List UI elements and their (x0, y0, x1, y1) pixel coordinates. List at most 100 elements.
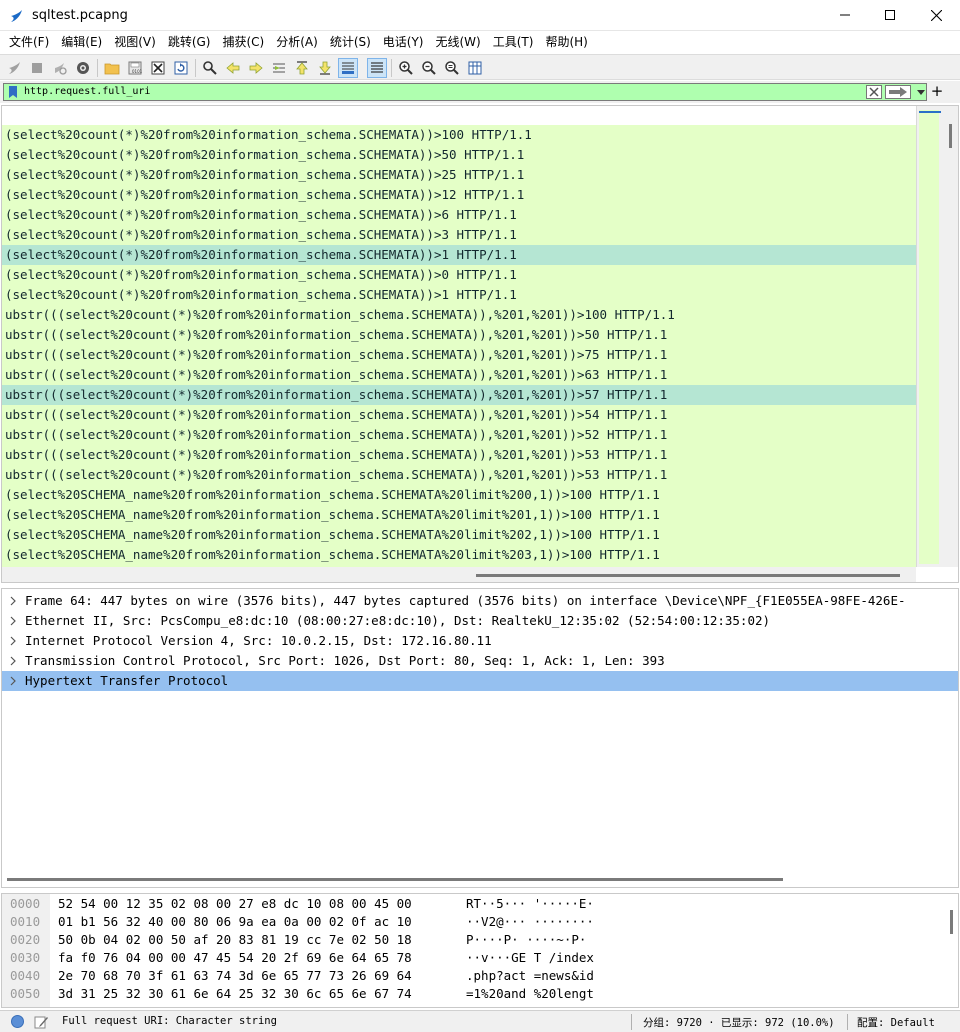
status-profile[interactable]: 配置: Default (857, 1015, 935, 1030)
menu-capture[interactable]: 捕获(C) (216, 31, 270, 53)
hscroll-thumb[interactable] (7, 878, 783, 881)
chevron-down-icon[interactable] (914, 85, 928, 99)
maximize-icon (885, 10, 895, 20)
chevron-right-icon[interactable] (9, 591, 19, 611)
menu-view[interactable]: 视图(V) (108, 31, 162, 53)
bytes-hex[interactable]: 2e 70 68 70 3f 61 63 74 3d 6e 65 77 73 2… (58, 967, 412, 985)
packet-minimap[interactable] (919, 110, 939, 564)
zoom-normal-button[interactable] (442, 58, 462, 78)
expert-info-icon[interactable] (11, 1015, 24, 1028)
bytes-ascii[interactable]: ··v···GE T /index (466, 949, 594, 967)
packet-row[interactable]: ubstr(((select%20count(*)%20from%20infor… (2, 465, 916, 485)
scroll-thumb[interactable] (949, 124, 952, 148)
packet-row[interactable]: (select%20count(*)%20from%20information_… (2, 285, 916, 305)
open-file-button[interactable] (102, 58, 122, 78)
packet-row[interactable]: (select%20SCHEMA_name%20from%20informati… (2, 525, 916, 545)
go-back-button[interactable] (223, 58, 243, 78)
go-last-packet-button[interactable] (315, 58, 335, 78)
display-filter-input[interactable]: http.request.full_uri (3, 83, 927, 101)
apply-filter-arrow-icon[interactable] (885, 85, 911, 99)
packet-row[interactable]: ubstr(((select%20count(*)%20from%20infor… (2, 445, 916, 465)
packet-row[interactable]: (select%20count(*)%20from%20information_… (2, 165, 916, 185)
packet-row[interactable]: (select%20count(*)%20from%20information_… (2, 125, 916, 145)
packet-row[interactable]: (select%20SCHEMA_name%20from%20informati… (2, 545, 916, 565)
packet-row[interactable]: ubstr(((select%20count(*)%20from%20infor… (2, 425, 916, 445)
bytes-ascii[interactable]: RT··5··· '·····E· (466, 895, 594, 913)
menu-edit[interactable]: 编辑(E) (55, 31, 108, 53)
resize-columns-button[interactable] (465, 58, 485, 78)
menu-telephony[interactable]: 电话(Y) (377, 31, 430, 53)
packet-row[interactable]: (select%20count(*)%20from%20information_… (2, 265, 916, 285)
packet-row[interactable]: (select%20SCHEMA_name%20from%20informati… (2, 485, 916, 505)
chevron-right-icon[interactable] (9, 671, 19, 691)
menu-file[interactable]: 文件(F) (3, 31, 55, 53)
zoom-out-button[interactable] (419, 58, 439, 78)
packet-row[interactable]: (select%20count(*)%20from%20information_… (2, 245, 916, 265)
close-file-button[interactable] (148, 58, 168, 78)
bytes-hex[interactable]: 50 0b 04 02 00 50 af 20 83 81 19 cc 7e 0… (58, 931, 412, 949)
packet-row[interactable]: (select%20count(*)%20from%20information_… (2, 185, 916, 205)
close-button[interactable] (913, 0, 959, 30)
packet-row[interactable]: ubstr(((select%20count(*)%20from%20infor… (2, 345, 916, 365)
capture-options-button[interactable] (73, 58, 93, 78)
packet-row[interactable]: (select%20count(*)%20from%20information_… (2, 225, 916, 245)
details-hscrollbar[interactable] (2, 873, 958, 887)
status-field-info: Full request URI: Character string (62, 1015, 277, 1027)
edit-comment-icon[interactable] (33, 1014, 49, 1030)
detail-tree-item[interactable]: Internet Protocol Version 4, Src: 10.0.2… (2, 631, 958, 651)
chevron-right-icon[interactable] (9, 651, 19, 671)
save-file-button[interactable]: 0101 (125, 58, 145, 78)
find-packet-button[interactable] (200, 58, 220, 78)
autoscroll-button[interactable] (338, 58, 358, 78)
bytes-ascii[interactable]: .php?act =news&id (466, 967, 594, 985)
packet-list-hscrollbar[interactable] (2, 567, 916, 582)
bytes-ascii[interactable]: P····P· ····~·P· (466, 931, 586, 949)
bytes-ascii[interactable]: ··V2@··· ········ (466, 913, 594, 931)
minimize-button[interactable] (822, 0, 868, 30)
restart-capture-icon (55, 63, 67, 75)
detail-tree-item[interactable]: Hypertext Transfer Protocol (2, 671, 958, 691)
packet-row[interactable]: (select%20SCHEMA_name%20from%20informati… (2, 505, 916, 525)
stop-capture-button[interactable] (27, 58, 47, 78)
clear-filter-icon[interactable] (866, 85, 882, 99)
zoom-in-button[interactable] (396, 58, 416, 78)
menu-statistics[interactable]: 统计(S) (324, 31, 377, 53)
bytes-hex[interactable]: 3d 31 25 32 30 61 6e 64 25 32 30 6c 65 6… (58, 985, 412, 1003)
chevron-right-icon[interactable] (9, 611, 19, 631)
bytes-hex[interactable]: 01 b1 56 32 40 00 80 06 9a ea 0a 00 02 0… (58, 913, 412, 931)
reload-file-button[interactable] (171, 58, 191, 78)
bytes-hex[interactable]: 52 54 00 12 35 02 08 00 27 e8 dc 10 08 0… (58, 895, 412, 913)
bytes-ascii[interactable]: =1%20and %20lengt (466, 985, 594, 1003)
bytes-scrollbar[interactable] (946, 894, 958, 1007)
packet-row[interactable]: (select%20count(*)%20from%20information_… (2, 145, 916, 165)
go-to-packet-button[interactable] (269, 58, 289, 78)
detail-tree-item[interactable]: Ethernet II, Src: PcsCompu_e8:dc:10 (08:… (2, 611, 958, 631)
chevron-right-icon[interactable] (9, 631, 19, 651)
menu-analyze[interactable]: 分析(A) (270, 31, 324, 53)
bytes-hex[interactable]: fa f0 76 04 00 00 47 45 54 20 2f 69 6e 6… (58, 949, 412, 967)
menu-tools[interactable]: 工具(T) (487, 31, 540, 53)
maximize-button[interactable] (867, 0, 913, 30)
packet-row[interactable]: ubstr(((select%20count(*)%20from%20infor… (2, 405, 916, 425)
menu-help[interactable]: 帮助(H) (539, 31, 593, 53)
packet-row[interactable]: ubstr(((select%20count(*)%20from%20infor… (2, 325, 916, 345)
hscroll-thumb[interactable] (476, 574, 900, 577)
colorize-button[interactable] (367, 58, 387, 78)
packet-row[interactable]: (select%20count(*)%20from%20information_… (2, 205, 916, 225)
detail-tree-item[interactable]: Transmission Control Protocol, Src Port:… (2, 651, 958, 671)
menu-go[interactable]: 跳转(G) (162, 31, 217, 53)
restart-capture-button[interactable] (50, 58, 70, 78)
start-capture-button[interactable] (5, 58, 25, 78)
packet-row[interactable]: ubstr(((select%20count(*)%20from%20infor… (2, 305, 916, 325)
packet-row[interactable]: ubstr(((select%20count(*)%20from%20infor… (2, 385, 916, 405)
packet-row[interactable]: ubstr(((select%20count(*)%20from%20infor… (2, 365, 916, 385)
bookmark-icon[interactable] (7, 85, 19, 99)
packet-list-scrollbar[interactable] (916, 106, 958, 567)
scroll-thumb[interactable] (950, 910, 953, 934)
add-filter-button[interactable]: + (929, 83, 945, 99)
menu-wireless[interactable]: 无线(W) (430, 31, 487, 53)
go-first-packet-button[interactable] (292, 58, 312, 78)
go-forward-button[interactable] (246, 58, 266, 78)
reload-file-icon (174, 61, 188, 75)
detail-tree-item[interactable]: Frame 64: 447 bytes on wire (3576 bits),… (2, 591, 958, 611)
